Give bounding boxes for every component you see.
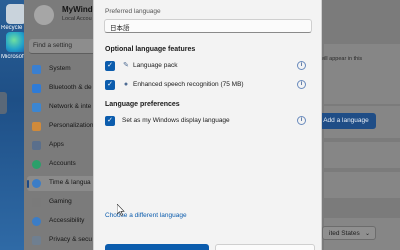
preferred-language-select[interactable]: 日本語 bbox=[104, 19, 312, 33]
display-language-label: Set as my Windows display language bbox=[122, 117, 230, 124]
info-icon[interactable]: i bbox=[297, 61, 306, 70]
region-value: ited States bbox=[329, 230, 360, 237]
language-pack-label: Language pack bbox=[133, 62, 178, 69]
feature-row-speech[interactable]: ✓ ● Enhanced speech recognition (75 MB) … bbox=[105, 79, 315, 91]
nav-item-network[interactable]: Network & inte bbox=[27, 100, 99, 115]
nav-label: Bluetooth & de bbox=[49, 84, 92, 91]
nav-item-personalization[interactable]: Personalization bbox=[27, 119, 99, 134]
bluetooth-icon bbox=[32, 84, 41, 93]
recycle-bin-icon[interactable] bbox=[6, 4, 26, 24]
snap-handle[interactable] bbox=[0, 92, 7, 114]
nav-item-apps[interactable]: Apps bbox=[27, 138, 99, 153]
settings-search-input[interactable]: Find a setting bbox=[29, 39, 101, 54]
avatar[interactable] bbox=[34, 5, 54, 25]
wifi-icon bbox=[32, 103, 41, 112]
optional-features-title: Optional language features bbox=[105, 46, 196, 53]
person-icon bbox=[32, 160, 41, 169]
speech-recognition-checkbox[interactable]: ✓ bbox=[105, 80, 115, 90]
nav-label: Accounts bbox=[49, 160, 76, 167]
selection-indicator bbox=[27, 180, 29, 188]
accessibility-icon bbox=[32, 217, 41, 226]
nav-item-time-language[interactable]: Time & langua bbox=[27, 176, 99, 191]
nav-label: Apps bbox=[49, 141, 64, 148]
right-panel-card bbox=[324, 172, 400, 198]
profile-subtitle: Local Accou bbox=[62, 16, 92, 22]
language-pack-icon: ✎ bbox=[123, 62, 129, 69]
chevron-down-icon: ⌄ bbox=[364, 231, 370, 237]
right-panel-card bbox=[324, 142, 400, 168]
cancel-button[interactable] bbox=[215, 244, 315, 250]
nav-label: Accessibility bbox=[49, 217, 85, 224]
add-language-button[interactable]: Add a language bbox=[316, 113, 376, 129]
nav-label: Gaming bbox=[49, 198, 72, 205]
language-info-text: will appear in this bbox=[320, 56, 363, 62]
preferred-language-value: 日本語 bbox=[110, 25, 130, 32]
search-placeholder: Find a setting bbox=[33, 42, 73, 49]
globe-clock-icon bbox=[32, 179, 41, 188]
display-language-checkbox[interactable]: ✓ bbox=[105, 116, 115, 126]
language-preferences-title: Language preferences bbox=[105, 101, 180, 108]
nav-item-privacy[interactable]: Privacy & secu bbox=[27, 233, 99, 248]
nav-label: Privacy & secu bbox=[49, 236, 92, 243]
nav-label: Personalization bbox=[49, 122, 94, 129]
mouse-cursor-icon bbox=[117, 204, 125, 216]
preferred-language-label: Preferred language bbox=[105, 8, 161, 15]
microphone-icon: ● bbox=[123, 81, 129, 88]
nav-item-bluetooth[interactable]: Bluetooth & de bbox=[27, 81, 99, 96]
right-panel-card bbox=[324, 44, 400, 104]
feature-row-language-pack[interactable]: ✓ ✎ Language pack i bbox=[105, 60, 315, 72]
preference-row-display-language[interactable]: ✓ Set as my Windows display language i bbox=[105, 115, 315, 127]
brush-icon bbox=[32, 122, 41, 131]
install-button[interactable] bbox=[105, 244, 209, 250]
speech-recognition-label: Enhanced speech recognition (75 MB) bbox=[133, 81, 244, 88]
nav-label: Network & inte bbox=[49, 103, 92, 110]
apps-icon bbox=[32, 141, 41, 150]
nav-item-gaming[interactable]: Gaming bbox=[27, 195, 99, 210]
shield-icon bbox=[32, 236, 41, 245]
nav-label: Time & langua bbox=[49, 179, 91, 186]
info-icon[interactable]: i bbox=[297, 80, 306, 89]
nav-item-system[interactable]: System bbox=[27, 62, 99, 77]
info-icon[interactable]: i bbox=[297, 116, 306, 125]
nav-item-accounts[interactable]: Accounts bbox=[27, 157, 99, 172]
monitor-icon bbox=[32, 65, 41, 74]
nav-item-accessibility[interactable]: Accessibility bbox=[27, 214, 99, 229]
edge-icon[interactable] bbox=[6, 32, 26, 52]
language-options-dialog: Preferred language 日本語 Optional language… bbox=[93, 0, 322, 250]
gamepad-icon bbox=[32, 198, 41, 207]
language-pack-checkbox[interactable]: ✓ bbox=[105, 61, 115, 71]
region-select[interactable]: ited States ⌄ bbox=[322, 226, 376, 240]
nav-label: System bbox=[49, 65, 71, 72]
